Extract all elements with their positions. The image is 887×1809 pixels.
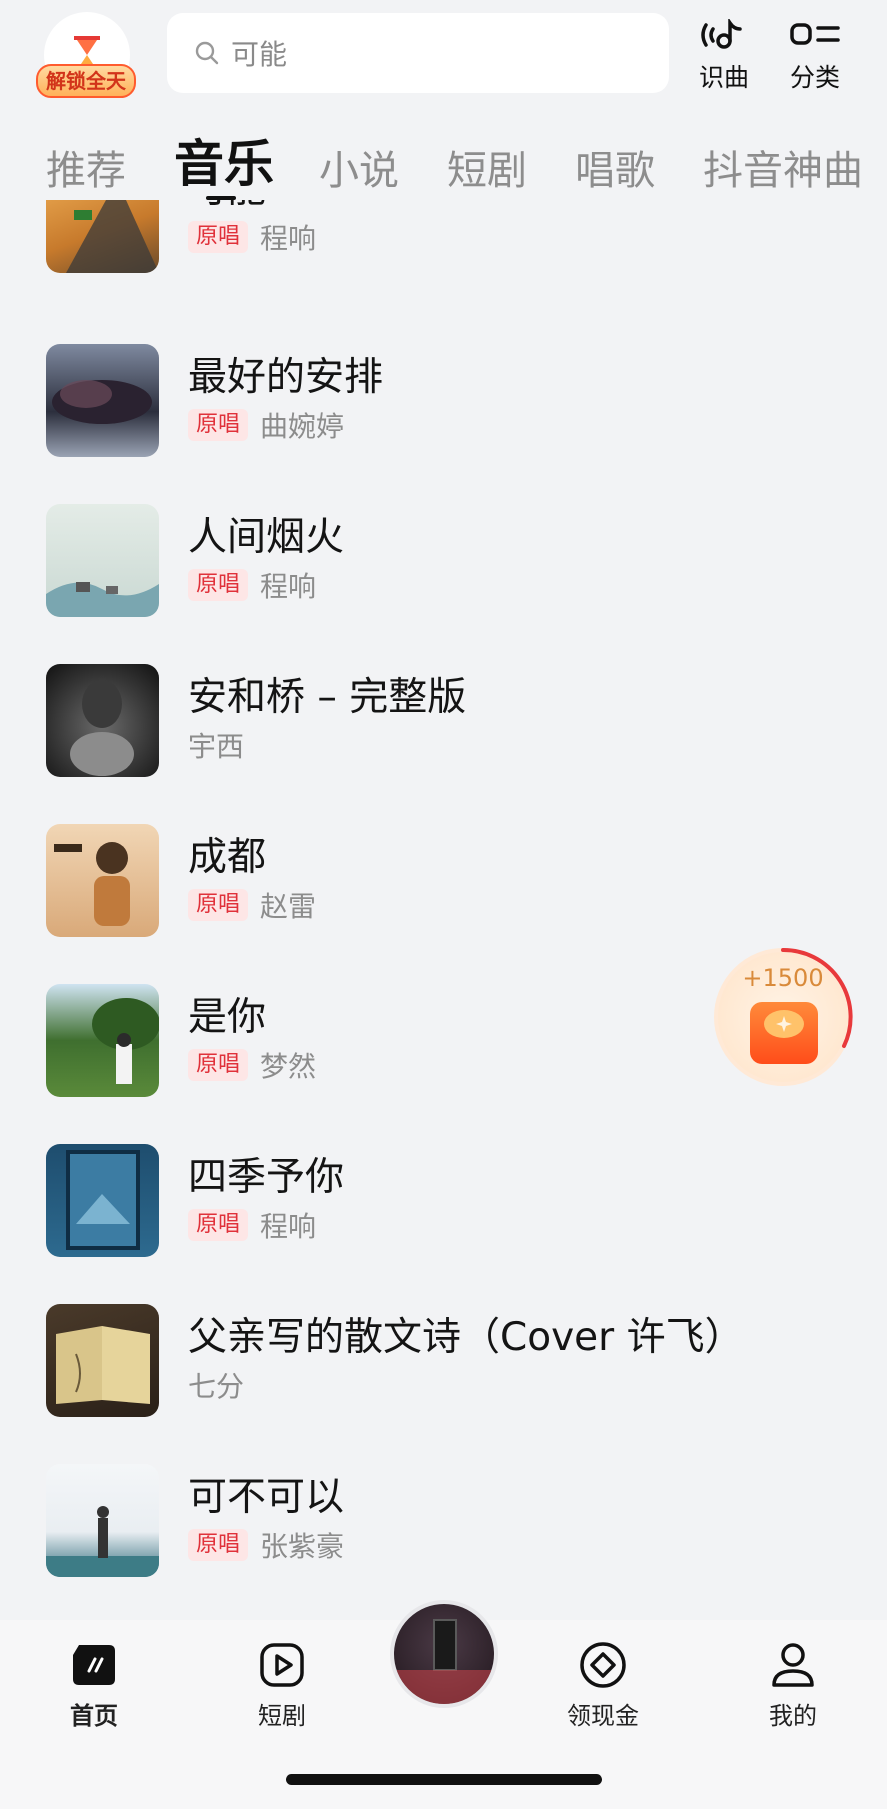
now-playing-art [394,1619,494,1704]
user-icon [772,1643,814,1687]
song-title: 四季予你 [188,1155,345,1200]
song-meta: 原唱 张紫豪 [188,1525,344,1565]
recognize-label: 识曲 [698,63,749,92]
red-envelope-icon [750,1002,818,1064]
category-button[interactable]: 分类 [775,18,855,94]
album-cover [46,1144,159,1257]
song-meta: 原唱 程响 [188,1205,316,1245]
song-title: 最好的安排 [188,355,384,400]
song-title: 可不可以 [188,1475,345,1520]
song-title: 是你 [188,995,267,1040]
song-item[interactable]: 最好的安排 原唱 曲婉婷 [0,340,887,500]
music-recognize-icon [701,19,742,49]
original-tag: 原唱 [188,1049,249,1081]
original-tag: 原唱 [188,889,249,921]
play-icon [260,1643,304,1687]
album-art-singer [54,842,130,926]
album-cover [46,200,159,273]
unlock-badge[interactable]: 解锁全天 [36,64,136,98]
song-item[interactable]: 可不可以 原唱 张紫豪 [0,1460,887,1610]
song-item[interactable]: 四季予你 原唱 程响 [0,1140,887,1300]
album-art-clouds [52,380,152,424]
recognize-song-button[interactable]: 识曲 [684,18,764,94]
album-art-guitarist [46,1506,159,1577]
song-artist: 赵雷 [260,890,317,923]
album-cover [46,504,159,617]
song-artist: 宇西 [188,730,245,763]
song-title: 成都 [188,835,267,880]
search-icon [195,41,219,65]
home-icon [73,1645,115,1685]
song-artist: 七分 [188,1370,245,1403]
nav-mine-label: 我的 [769,1702,817,1730]
search-bar[interactable]: 可能 [167,13,669,93]
tab-sing[interactable]: 唱歌 [575,138,655,196]
tab-recommend[interactable]: 推荐 [46,138,126,196]
category-tabs: 推荐 音乐 小说 短剧 唱歌 抖音神曲 [0,130,887,200]
song-meta: 原唱 程响 [188,565,316,605]
album-cover [46,344,159,457]
category-label: 分类 [789,63,840,92]
song-meta: 原唱 曲婉婷 [188,405,344,445]
album-art-book [56,1326,150,1404]
song-meta: 原唱 赵雷 [188,885,316,925]
original-tag: 原唱 [188,569,249,601]
nav-cash-label: 领现金 [567,1702,639,1730]
album-cover [46,984,159,1097]
song-item[interactable]: 可能 原唱 程响 [0,200,887,340]
song-item[interactable]: 人间烟火 原唱 程响 [0,500,887,660]
nav-drama-label: 短剧 [258,1702,306,1730]
song-artist: 曲婉婷 [260,410,345,443]
original-tag: 原唱 [188,1529,249,1561]
nav-mine[interactable]: 我的 [733,1640,853,1731]
song-meta: 宇西 [188,725,244,765]
album-art-portrait [70,680,134,776]
tab-short-drama[interactable]: 短剧 [447,138,527,196]
song-item[interactable]: 安和桥 – 完整版 宇西 [0,660,887,820]
nav-home[interactable]: 首页 [34,1640,154,1731]
reward-amount: +1500 [742,964,824,992]
search-placeholder: 可能 [231,38,288,71]
tab-music[interactable]: 音乐 [174,124,274,196]
song-meta: 原唱 程响 [188,217,316,257]
song-item[interactable]: 父亲写的散文诗（Cover 许飞） 七分 [0,1300,887,1460]
reward-float-button[interactable]: +1500 [714,947,853,1086]
album-art-door [66,1150,140,1250]
song-artist: 梦然 [260,1050,317,1083]
album-art-field [92,998,159,1084]
original-tag: 原唱 [188,221,249,253]
album-art-road [66,200,159,273]
song-title: 父亲写的散文诗（Cover 许飞） [188,1315,744,1360]
nav-home-label: 首页 [70,1702,118,1730]
nav-cash[interactable]: 领现金 [543,1640,663,1731]
song-title: 安和桥 – 完整版 [188,675,467,720]
now-playing-disc[interactable] [390,1600,498,1708]
coin-icon [580,1642,626,1688]
original-tag: 原唱 [188,1209,249,1241]
nav-drama[interactable]: 短剧 [222,1640,342,1731]
album-art-village [46,582,159,617]
album-cover [46,1304,159,1417]
home-indicator [286,1774,602,1785]
song-meta: 原唱 梦然 [188,1045,316,1085]
original-tag: 原唱 [188,409,249,441]
album-cover [46,1464,159,1577]
album-cover [46,664,159,777]
song-artist: 张紫豪 [260,1530,345,1563]
tab-douyin-hits[interactable]: 抖音神曲 [703,138,863,196]
song-artist: 程响 [260,1210,317,1243]
song-list: 可能 原唱 程响 最好的安排 原唱 曲婉婷 人间烟火 [0,200,887,1610]
song-title: 可能 [188,200,266,214]
song-artist: 程响 [260,570,317,603]
category-icon [790,23,840,45]
song-artist: 程响 [260,222,317,255]
song-meta: 七分 [188,1365,244,1405]
album-cover [46,824,159,937]
song-title: 人间烟火 [188,515,345,560]
tab-novel[interactable]: 小说 [319,138,399,196]
